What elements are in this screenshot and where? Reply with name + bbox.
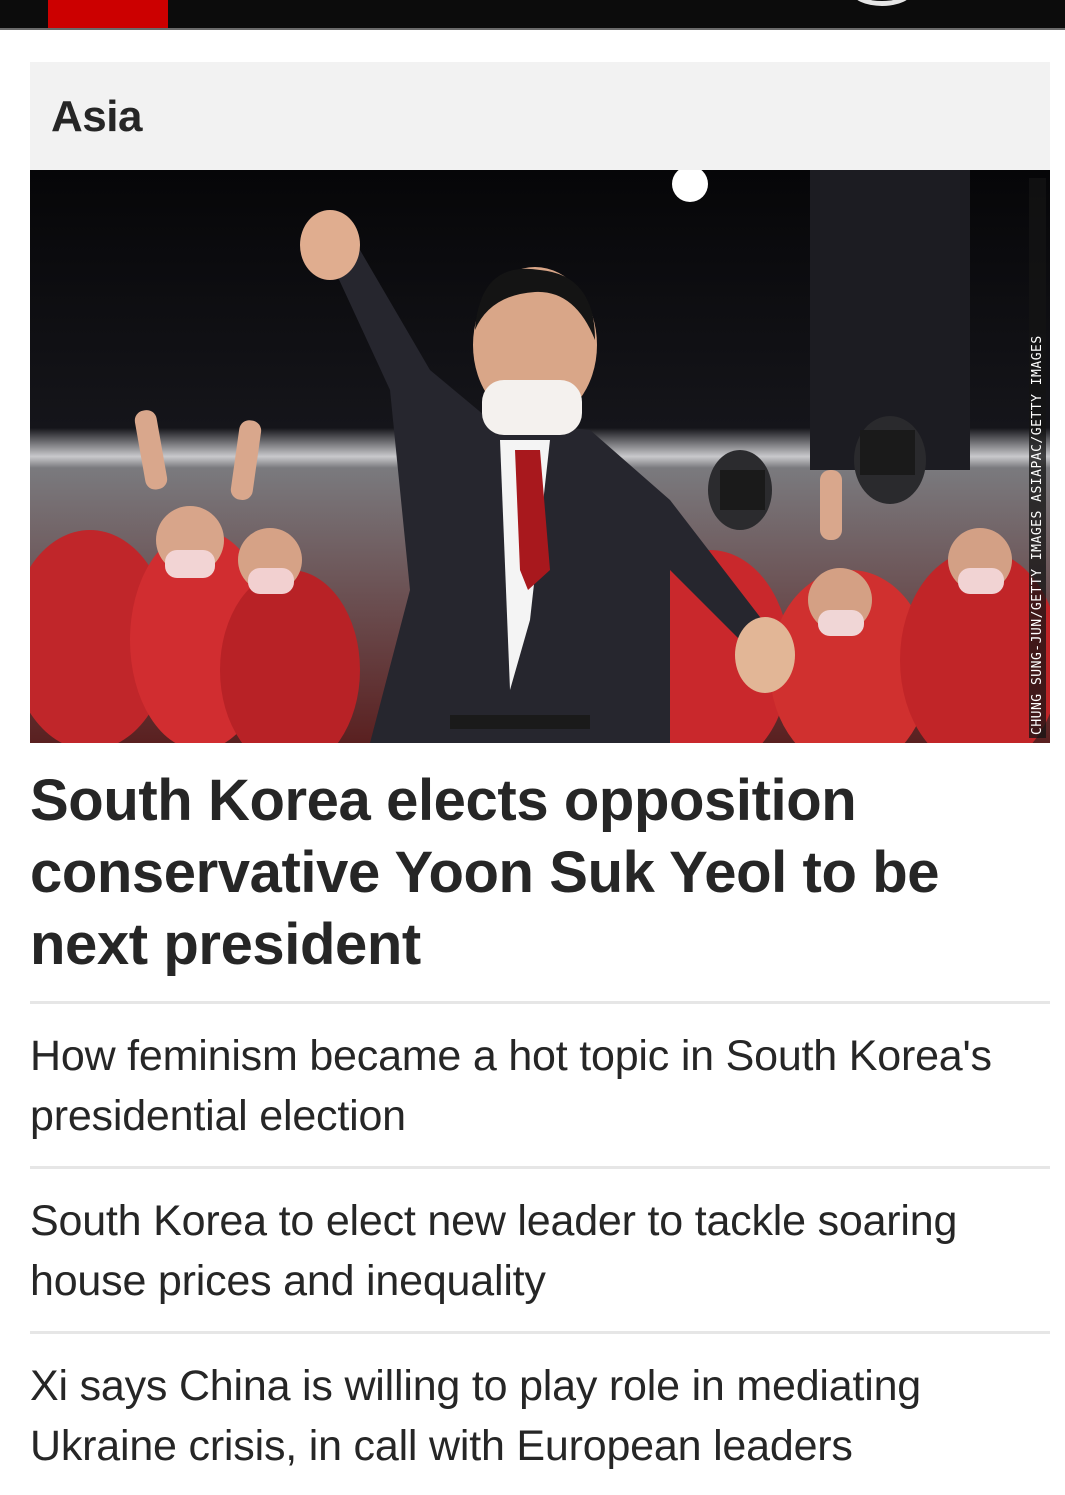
section-title[interactable]: Asia — [51, 92, 142, 142]
story-title[interactable]: South Korea to elect new leader to tackl… — [30, 1191, 1050, 1311]
user-icon[interactable] — [852, 0, 912, 6]
story-title[interactable]: How feminism became a hot topic in South… — [30, 1026, 1050, 1146]
story-item[interactable]: Xi says China is willing to play role in… — [30, 1331, 1050, 1476]
logo[interactable] — [48, 0, 168, 28]
photo-credit: Chung Sung-Jun/Getty Images AsiaPac/Gett… — [1029, 178, 1046, 738]
lead-headline[interactable]: South Korea elects opposition conservati… — [30, 765, 1040, 981]
hero-photo-illustration — [30, 170, 1050, 743]
section-header: Asia — [30, 62, 1050, 170]
top-navigation-bar — [0, 0, 1065, 30]
story-item[interactable]: South Korea to elect new leader to tackl… — [30, 1166, 1050, 1311]
hero-image[interactable]: Chung Sung-Jun/Getty Images AsiaPac/Gett… — [30, 170, 1050, 743]
story-item[interactable]: How feminism became a hot topic in South… — [30, 1001, 1050, 1146]
story-title[interactable]: Xi says China is willing to play role in… — [30, 1356, 1050, 1476]
